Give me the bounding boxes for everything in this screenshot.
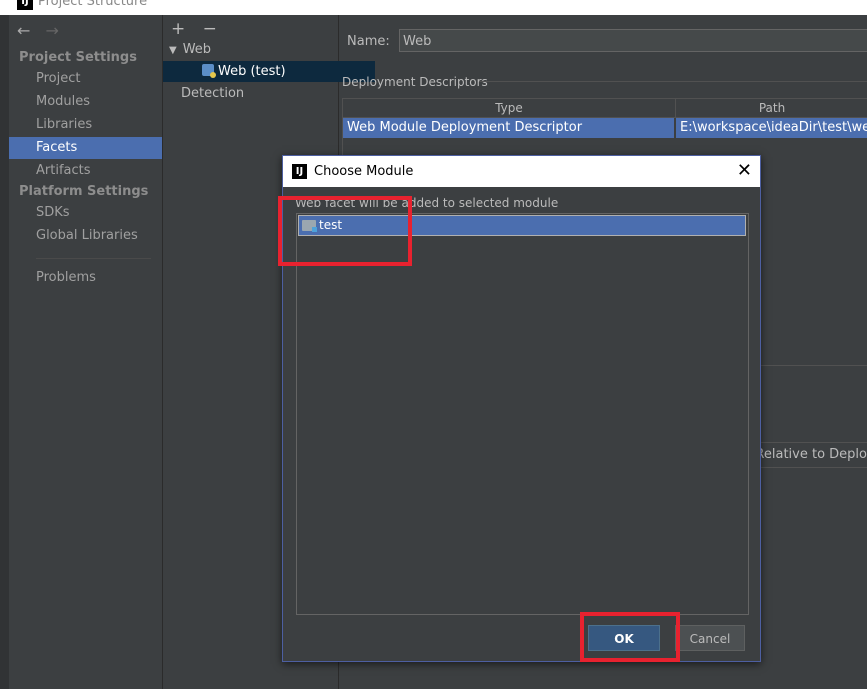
- remove-facet-button[interactable]: −: [203, 19, 217, 39]
- column-header-path[interactable]: Path: [676, 99, 867, 118]
- sidebar-item-project[interactable]: Project: [9, 68, 162, 90]
- close-icon[interactable]: ✕: [737, 160, 752, 181]
- tree-node-web-test-label: Web (test): [218, 64, 286, 79]
- module-list[interactable]: test: [296, 213, 749, 615]
- platform-settings-header: Platform Settings: [19, 184, 149, 199]
- back-arrow-icon[interactable]: ←: [17, 21, 30, 40]
- settings-sidebar: ← → Project Settings Project Modules Lib…: [9, 15, 163, 689]
- left-strip: [0, 15, 9, 689]
- tree-node-web[interactable]: ▼ Web: [163, 39, 342, 60]
- sidebar-item-libraries[interactable]: Libraries: [9, 114, 162, 136]
- sidebar-item-sdks[interactable]: SDKs: [9, 202, 162, 224]
- table-cell-type[interactable]: Web Module Deployment Descriptor: [343, 118, 675, 138]
- project-settings-header: Project Settings: [19, 50, 137, 65]
- cancel-button[interactable]: Cancel: [675, 625, 745, 651]
- highlight-box-module: [278, 196, 412, 266]
- tree-node-detection[interactable]: Detection: [163, 83, 354, 104]
- sidebar-item-facets[interactable]: Facets: [9, 137, 162, 159]
- table-cell-path[interactable]: E:\workspace\ideaDir\test\web\: [676, 118, 867, 138]
- deployment-descriptors-label: Deployment Descriptors: [342, 75, 488, 89]
- sidebar-item-problems[interactable]: Problems: [9, 267, 162, 289]
- window-titlebar: IJ Project Structure: [0, 0, 867, 15]
- section-divider: [479, 81, 867, 82]
- sidebar-item-modules[interactable]: Modules: [9, 91, 162, 113]
- add-facet-button[interactable]: +: [171, 19, 185, 39]
- nav-arrows: ← →: [17, 21, 69, 40]
- intellij-icon: IJ: [17, 0, 33, 10]
- intellij-icon: IJ: [292, 164, 307, 179]
- column-header-type[interactable]: Type: [343, 99, 676, 118]
- facet-name-input[interactable]: Web: [399, 29, 867, 52]
- sidebar-divider: [36, 258, 151, 259]
- tree-toolbar: + −: [171, 19, 229, 39]
- sidebar-item-global-libraries[interactable]: Global Libraries: [9, 225, 162, 247]
- forward-arrow-icon[interactable]: →: [46, 21, 59, 40]
- name-label: Name:: [347, 34, 390, 49]
- highlight-box-ok: [580, 612, 680, 662]
- dialog-titlebar: IJ Choose Module ✕: [283, 156, 760, 187]
- window-title: Project Structure: [38, 0, 148, 9]
- tree-node-web-label: Web: [182, 42, 212, 57]
- sidebar-item-artifacts[interactable]: Artifacts: [9, 160, 162, 182]
- web-facet-icon: [202, 64, 216, 78]
- dialog-title: Choose Module: [314, 164, 414, 179]
- expand-arrow-icon[interactable]: ▼: [169, 45, 177, 56]
